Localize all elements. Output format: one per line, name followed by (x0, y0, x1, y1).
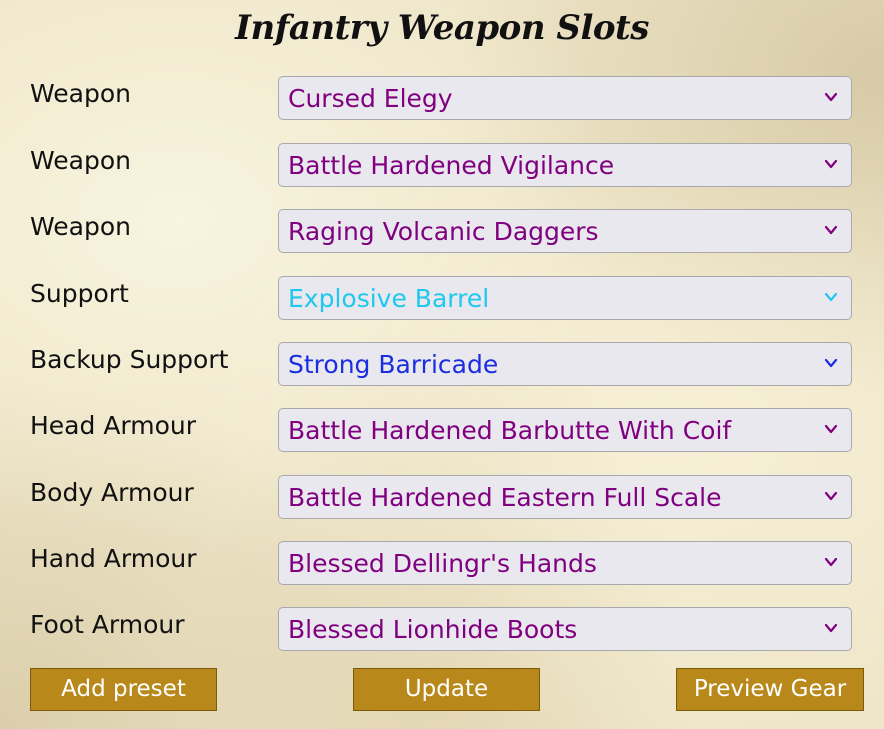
slot-label: Weapon (30, 212, 131, 241)
slot-label: Support (30, 279, 129, 308)
slot-row-weapon-1: Weapon Cursed Elegy (0, 76, 884, 122)
slot-row-body-armour: Body Armour Battle Hardened Eastern Full… (0, 475, 884, 521)
chevron-down-icon (824, 557, 838, 567)
weapon-1-select[interactable]: Cursed Elegy (278, 76, 852, 120)
foot-armour-select[interactable]: Blessed Lionhide Boots (278, 607, 852, 651)
chevron-down-icon (824, 92, 838, 102)
select-value: Battle Hardened Eastern Full Scale (288, 483, 722, 512)
preview-gear-button[interactable]: Preview Gear (676, 668, 864, 711)
slot-label: Head Armour (30, 411, 197, 440)
chevron-down-icon (824, 491, 838, 501)
slot-label: Weapon (30, 79, 131, 108)
chevron-down-icon (824, 292, 838, 302)
slot-row-weapon-2: Weapon Battle Hardened Vigilance (0, 143, 884, 189)
slot-label: Weapon (30, 146, 131, 175)
select-value: Raging Volcanic Daggers (288, 217, 599, 246)
slot-row-support: Support Explosive Barrel (0, 276, 884, 322)
page-title: Infantry Weapon Slots (235, 8, 649, 48)
chevron-down-icon (824, 225, 838, 235)
update-button[interactable]: Update (353, 668, 540, 711)
head-armour-select[interactable]: Battle Hardened Barbutte With Coif (278, 408, 852, 452)
slot-row-foot-armour: Foot Armour Blessed Lionhide Boots (0, 607, 884, 653)
slot-label: Backup Support (30, 345, 229, 374)
chevron-down-icon (824, 424, 838, 434)
slot-row-backup-support: Backup Support Strong Barricade (0, 342, 884, 388)
select-value: Blessed Lionhide Boots (288, 615, 578, 644)
add-preset-button[interactable]: Add preset (30, 668, 217, 711)
slot-row-head-armour: Head Armour Battle Hardened Barbutte Wit… (0, 408, 884, 454)
chevron-down-icon (824, 623, 838, 633)
slot-row-hand-armour: Hand Armour Blessed Dellingr's Hands (0, 541, 884, 587)
slot-label: Hand Armour (30, 544, 197, 573)
chevron-down-icon (824, 358, 838, 368)
hand-armour-select[interactable]: Blessed Dellingr's Hands (278, 541, 852, 585)
slot-label: Body Armour (30, 478, 194, 507)
weapon-3-select[interactable]: Raging Volcanic Daggers (278, 209, 852, 253)
select-value: Explosive Barrel (288, 284, 490, 313)
slot-row-weapon-3: Weapon Raging Volcanic Daggers (0, 209, 884, 255)
slot-label: Foot Armour (30, 610, 185, 639)
support-select[interactable]: Explosive Barrel (278, 276, 852, 320)
chevron-down-icon (824, 159, 838, 169)
body-armour-select[interactable]: Battle Hardened Eastern Full Scale (278, 475, 852, 519)
select-value: Blessed Dellingr's Hands (288, 549, 597, 578)
select-value: Strong Barricade (288, 350, 499, 379)
select-value: Cursed Elegy (288, 84, 453, 113)
select-value: Battle Hardened Barbutte With Coif (288, 416, 732, 445)
select-value: Battle Hardened Vigilance (288, 151, 615, 180)
backup-support-select[interactable]: Strong Barricade (278, 342, 852, 386)
weapon-2-select[interactable]: Battle Hardened Vigilance (278, 143, 852, 187)
